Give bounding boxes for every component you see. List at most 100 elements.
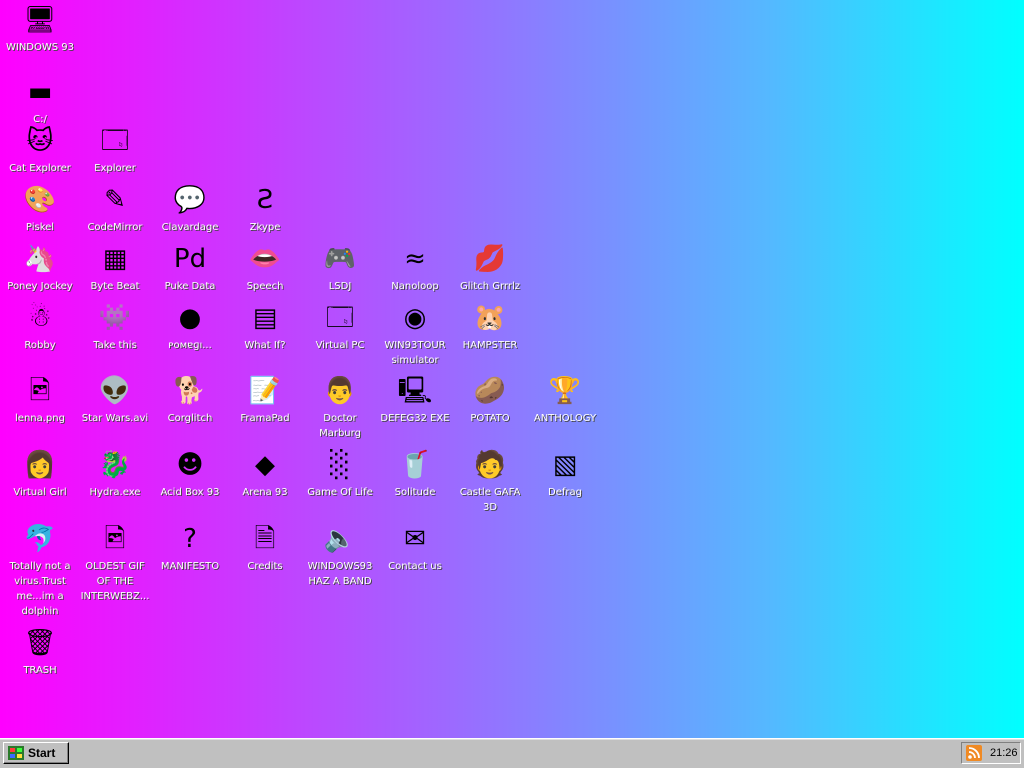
desktop-icon-lsdj[interactable]: 🎮 LSDJ [303, 242, 377, 294]
desktop-icon-cat-explorer[interactable]: 🐱 Cat Explorer [3, 124, 77, 176]
desktop-icon-label: What If? [244, 340, 286, 351]
desktop-icon-label: Virtual PC [315, 340, 365, 351]
clock: 21:26 [990, 747, 1018, 759]
desktop-icon-palette[interactable]: 🎨 Piskel [3, 183, 77, 235]
trophy-icon: 🏆 [548, 376, 582, 406]
desktop-icon-robby[interactable]: ☃ Robby [3, 301, 77, 353]
desktop-icon-question[interactable]: ? MANIFESTO [153, 522, 227, 574]
desktop-icon-label: Solitude [394, 487, 436, 498]
desktop-icon-document[interactable]: 🗎 Credits [228, 522, 302, 574]
desktop-icon-label: Doctor Marburg [319, 413, 361, 439]
virtual-pc-icon: 🗔 [325, 303, 355, 333]
desktop-icon-virtual-girl[interactable]: 👩 Virtual Girl [3, 448, 77, 500]
defeg-icon: 🖳 [397, 376, 433, 406]
desktop-icon-smiley[interactable]: ☻ Acid Box 93 [153, 448, 227, 500]
desktop-icon-what-if[interactable]: ▤ What If? [228, 301, 302, 353]
desktop-icon-doctor[interactable]: 👨 Doctor Marburg [303, 374, 377, 441]
desktop-icon-computer[interactable]: 🖥 WINDOWS 93 [3, 3, 77, 55]
dolphin-icon: 🐬 [23, 524, 57, 554]
start-button[interactable]: Start [3, 742, 69, 764]
desktop-icon-defrag[interactable]: ▧ Defrag [528, 448, 602, 500]
desktop-icon-speaker[interactable]: 🔈 WINDOWS93 HAZ A BAND [303, 522, 377, 589]
framapad-icon: 📝 [248, 376, 282, 406]
desktop-icon-tour[interactable]: ◉ WIN93TOUR simulator [378, 301, 452, 368]
desktop-icon-contact[interactable]: ✉ Contact us [378, 522, 452, 574]
desktop-icon-bytebeat[interactable]: ▦ Byte Beat [78, 242, 152, 294]
pd-icon: Pd [173, 244, 207, 274]
desktop-icon-label: Poney Jockey [7, 281, 73, 292]
palette-icon: 🎨 [23, 185, 57, 215]
explorer-icon: 🗔 [100, 126, 130, 156]
castle-icon: 🧑 [473, 450, 507, 480]
desktop-icon-label: WINDOWS 93 [5, 42, 75, 53]
desktop-icon-virtual-pc[interactable]: 🗔 Virtual PC [303, 301, 377, 353]
desktop-icon-trophy[interactable]: 🏆 ANTHOLOGY [528, 374, 602, 426]
document-icon: 🗎 [254, 524, 276, 554]
desktop-icon-label: POTATO [470, 413, 510, 424]
corgi-icon: 🐕 [173, 376, 207, 406]
desktop-icon-potato[interactable]: 🥔 POTATO [453, 374, 527, 426]
desktop-icon-yoda[interactable]: 👽 Star Wars.avi [78, 374, 152, 426]
desktop-icon-defeg[interactable]: 🖳 DEFEG32 EXE [378, 374, 452, 426]
desktop-icon-zkype[interactable]: Ƨ Zkype [228, 183, 302, 235]
cube-icon: ◆ [255, 450, 275, 480]
potato-small-icon: ● [178, 303, 202, 333]
desktop-icon-label: DEFEG32 EXE [380, 413, 450, 424]
desktop-icon-hampster[interactable]: 🐹 HAMPSTER [453, 301, 527, 353]
desktop-icon-take-this[interactable]: 👾 Take this [78, 301, 152, 353]
cat-explorer-icon: 🐱 [26, 126, 54, 156]
desktop-icon-drive[interactable]: ▬ C:/ [3, 75, 77, 127]
desktop-icon-framapad[interactable]: 📝 FramaPad [228, 374, 302, 426]
bytebeat-icon: ▦ [102, 244, 128, 274]
desktop-icon-codemirror[interactable]: ✎ CodeMirror [78, 183, 152, 235]
lsdj-icon: 🎮 [323, 244, 357, 274]
image-file-icon: 🖻 [29, 376, 51, 406]
desktop-icon-label: Speech [246, 281, 284, 292]
system-tray: 21:26 [961, 742, 1021, 764]
desktop-icon-label: Byte Beat [90, 281, 140, 292]
taskbar: Start 21:26 [0, 738, 1024, 768]
desktop-icon-label: Game Of Life [307, 487, 373, 498]
desktop-icon-corgi[interactable]: 🐕 Corglitch [153, 374, 227, 426]
desktop-icon-nanoloop[interactable]: ≈ Nanoloop [378, 242, 452, 294]
start-label: Start [28, 746, 56, 760]
desktop-icon-label: Hydra.exe [89, 487, 141, 498]
desktop-icon-label: ᴘᴏᴍɐɡı... [168, 340, 212, 351]
rss-icon[interactable] [966, 745, 982, 761]
lips-icon: 💋 [473, 244, 507, 274]
desktop-icon-label: TRASH [23, 665, 57, 676]
desktop-icon-potato-small[interactable]: ● ᴘᴏᴍɐɡı... [153, 301, 227, 353]
desktop-icon-cube[interactable]: ◆ Arena 93 [228, 448, 302, 500]
desktop-icon-label: LSDJ [328, 281, 352, 292]
trash-icon: 🗑 [23, 628, 57, 658]
solitude-icon: 🥤 [398, 450, 432, 480]
potato-icon: 🥔 [473, 376, 507, 406]
desktop-icon-game-of-life[interactable]: ░ Game Of Life [303, 448, 377, 500]
desktop-icon-trash[interactable]: 🗑 TRASH [3, 626, 77, 678]
desktop-icon-lips[interactable]: 💋 Glitch Grrrlz [453, 242, 527, 294]
desktop-icon-dolphin[interactable]: 🐬 Totally not a virus.Trust me...im a dol… [3, 522, 77, 619]
desktop-icon-castle[interactable]: 🧑 Castle GAFA 3D [453, 448, 527, 515]
desktop-icon-gif-file[interactable]: 🖻 OLDEST GIF OF THE INTERWEBZ... [78, 522, 152, 604]
desktop-icon-label: Acid Box 93 [160, 487, 220, 498]
desktop-icon-label: lenna.png [15, 413, 65, 424]
desktop-icon-chat[interactable]: 💬 Clavardage [153, 183, 227, 235]
desktop-icon-label: Puke Data [164, 281, 216, 292]
contact-icon: ✉ [404, 524, 426, 554]
desktop-icon-pony[interactable]: 🦄 Poney Jockey [3, 242, 77, 294]
defrag-icon: ▧ [552, 450, 578, 480]
desktop-icon-solitude[interactable]: 🥤 Solitude [378, 448, 452, 500]
desktop-icon-label: MANIFESTO [160, 561, 220, 572]
desktop-icon-explorer[interactable]: 🗔 Explorer [78, 124, 152, 176]
desktop-icon-speech[interactable]: 👄 Speech [228, 242, 302, 294]
hampster-icon: 🐹 [473, 303, 507, 333]
desktop-icon-pd[interactable]: Pd Puke Data [153, 242, 227, 294]
speaker-icon: 🔈 [323, 524, 357, 554]
zkype-icon: Ƨ [256, 185, 274, 215]
desktop-icon-label: Zkype [249, 222, 281, 233]
desktop-icon-image-file[interactable]: 🖻 lenna.png [3, 374, 77, 426]
desktop-icon-hydra[interactable]: 🐉 Hydra.exe [78, 448, 152, 500]
desktop-icon-label: FramaPad [240, 413, 290, 424]
desktop-icon-label: WIN93TOUR simulator [384, 340, 446, 366]
desktop-icon-label: Nanoloop [391, 281, 439, 292]
